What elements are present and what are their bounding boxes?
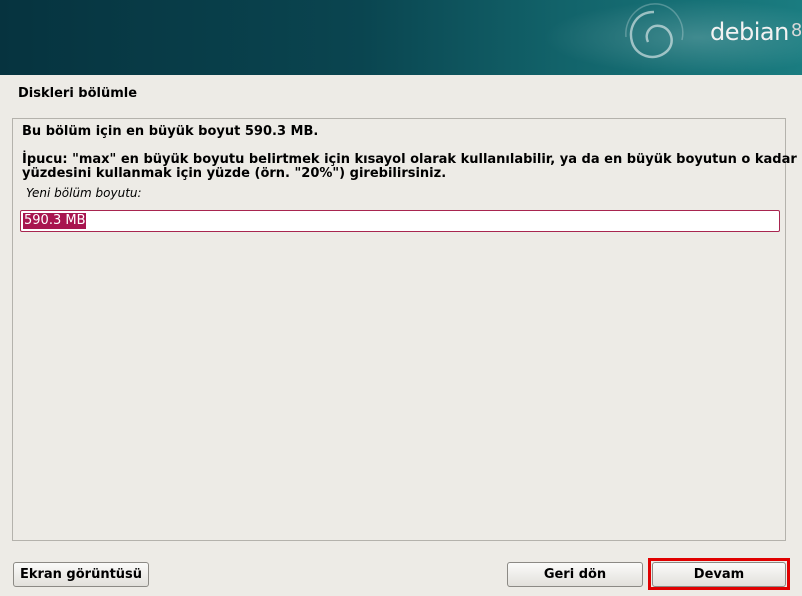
continue-highlight-box [648, 558, 790, 590]
max-size-message: Bu bölüm için en büyük boyut 590.3 MB. [22, 124, 319, 139]
logo-version: 8 [790, 20, 802, 41]
debian-logo: debian 8 [710, 18, 802, 46]
partition-size-input[interactable]: 590.3 MB [20, 210, 780, 232]
page-title: Diskleri bölümle [18, 86, 138, 101]
hint-message: İpucu: "max" en büyük boyutu belirtmek i… [22, 153, 797, 181]
debian-swirl-icon [625, 3, 684, 59]
back-button[interactable]: Geri dön [507, 562, 643, 587]
debian-banner: debian 8 [0, 0, 802, 75]
hint-line-1: İpucu: "max" en büyük boyutu belirtmek i… [22, 152, 797, 167]
hint-line-2: yüzdesini kullanmak için yüzde (örn. "20… [22, 166, 447, 181]
partition-size-label: Yeni bölüm boyutu: [26, 186, 142, 200]
screenshot-button[interactable]: Ekran görüntüsü [13, 562, 149, 587]
logo-text: debian [710, 18, 789, 46]
content-panel: Bu bölüm için en büyük boyut 590.3 MB. İ… [12, 118, 797, 541]
partition-size-value: 590.3 MB [23, 213, 87, 229]
